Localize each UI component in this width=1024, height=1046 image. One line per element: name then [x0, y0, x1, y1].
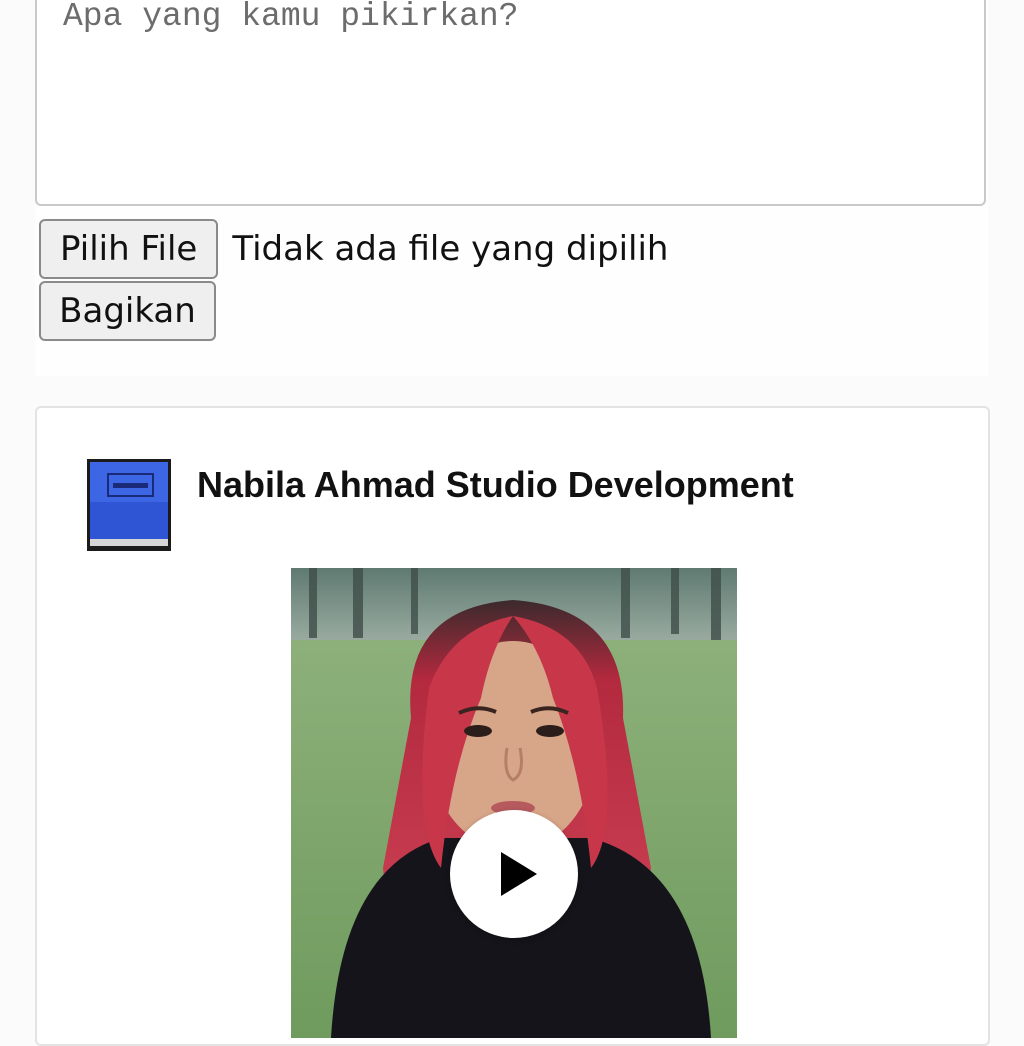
file-status-text: Tidak ada file yang dipilih [232, 229, 669, 269]
post-textarea[interactable] [35, 0, 986, 206]
file-picker-row: Pilih File Tidak ada file yang dipilih [39, 219, 668, 279]
post-video[interactable] [291, 568, 737, 1038]
share-button[interactable]: Bagikan [39, 281, 216, 341]
choose-file-button[interactable]: Pilih File [39, 219, 219, 279]
share-row: Bagikan [39, 281, 216, 341]
post-author-name[interactable]: Nabila Ahmad Studio Development [197, 464, 794, 506]
blue-book-icon[interactable] [87, 459, 171, 551]
video-thumbnail [291, 568, 737, 1038]
play-button[interactable] [450, 810, 578, 938]
post-card: Nabila Ahmad Studio Development [35, 406, 990, 1046]
post-composer: Pilih File Tidak ada file yang dipilih B… [35, 0, 988, 376]
play-icon [501, 852, 537, 896]
